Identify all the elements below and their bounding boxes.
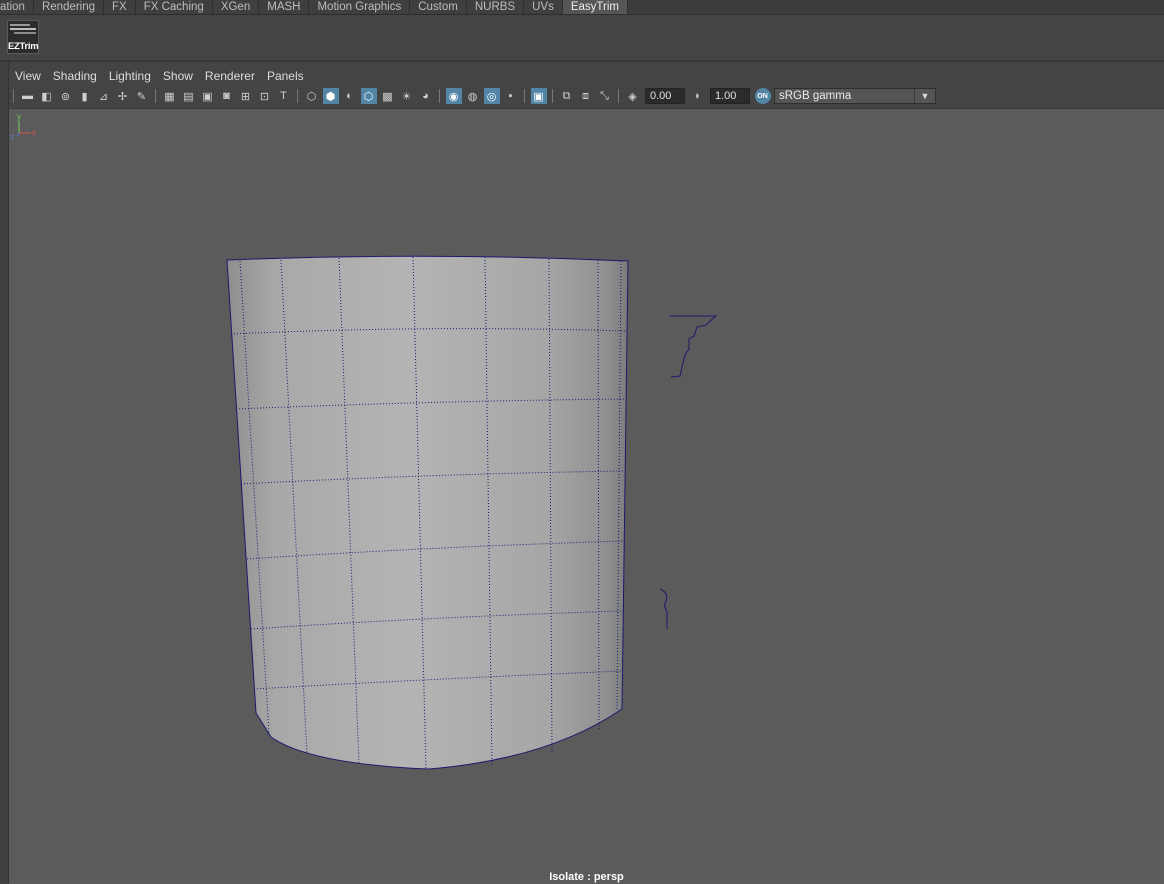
grid-icon[interactable]: ▦ [162, 88, 178, 104]
shelf-tab-uvs[interactable]: UVs [524, 0, 563, 14]
menu-lighting[interactable]: Lighting [103, 68, 157, 84]
toolbar-separator [297, 89, 298, 103]
shelf-tab-motion-graphics[interactable]: Motion Graphics [309, 0, 411, 14]
cylinder-mesh[interactable] [226, 255, 629, 770]
shelf-tab-fx[interactable]: FX [104, 0, 136, 14]
shelf-tab-mash[interactable]: MASH [259, 0, 310, 14]
shelf-tab-rendering[interactable]: Rendering [33, 0, 105, 14]
camera-attributes-icon[interactable]: ◧ [39, 88, 55, 104]
textured-icon[interactable]: ▩ [380, 88, 396, 104]
field-chart-icon[interactable]: ⊞ [238, 88, 254, 104]
resolution-gate-icon[interactable]: ▣ [200, 88, 216, 104]
toolbar-separator [155, 89, 156, 103]
select-camera-icon[interactable]: ▬ [20, 88, 36, 104]
two-d-pan-zoom-icon[interactable]: ✢ [115, 88, 131, 104]
toolbar-separator [13, 89, 14, 103]
gamma-field[interactable]: 1.00 [710, 88, 750, 104]
screen-space-ao-icon[interactable]: ◉ [445, 88, 462, 104]
gate-mask-icon[interactable]: ◙ [219, 88, 235, 104]
wireframe-on-shaded-icon[interactable]: ⬡ [360, 88, 377, 104]
bookmark-icon[interactable]: ▮ [77, 88, 93, 104]
shelf-tab-nurbs[interactable]: NURBS [466, 0, 525, 14]
trim-profile-curve-bottom[interactable] [659, 588, 668, 629]
depth-of-field-icon[interactable]: ▪ [503, 88, 519, 104]
axis-z-label: z [11, 134, 15, 139]
shelf: EZTrim [0, 15, 1164, 61]
panel-menu-bar: View Shading Lighting Show Renderer Panels [9, 68, 310, 84]
film-gate-icon[interactable]: ▤ [181, 88, 197, 104]
trim-profile-curve-top[interactable] [670, 315, 718, 378]
viewport-3d[interactable]: y x z Isolate : persp [9, 108, 1164, 884]
view-transform-select[interactable]: sRGB gamma ▼ [774, 88, 936, 104]
axis-y-label: y [17, 112, 21, 121]
image-plane-icon[interactable]: ⊿ [96, 88, 112, 104]
eztrim-shelf-button[interactable]: EZTrim [7, 20, 39, 54]
axis-gizmo-icon: y x z [11, 112, 36, 139]
xray-icon[interactable]: ⧉ [559, 88, 575, 104]
toolbar-separator [439, 89, 440, 103]
toolbar-separator [524, 89, 525, 103]
model-panel: View Shading Lighting Show Renderer Panels ▬ … [0, 61, 1164, 884]
bookmarks-icon[interactable]: ⊚ [58, 88, 74, 104]
gamma-icon[interactable]: ◗ [690, 88, 706, 104]
safe-action-icon[interactable]: ⊡ [257, 88, 273, 104]
exposure-field[interactable]: 0.00 [645, 88, 685, 104]
exposure-icon[interactable]: ◈ [625, 88, 641, 104]
chevron-down-icon[interactable]: ▼ [914, 89, 935, 103]
shelf-tab-custom[interactable]: Custom [410, 0, 467, 14]
menu-renderer[interactable]: Renderer [199, 68, 261, 84]
menu-shading[interactable]: Shading [47, 68, 103, 84]
eztrim-label: EZTrim [8, 41, 39, 52]
view-transform-value: sRGB gamma [779, 90, 852, 102]
toolbar-separator [618, 89, 619, 103]
panel-toolbar: ▬ ◧ ⊚ ▮ ⊿ ✢ ✎ ▦ ▤ ▣ ◙ ⊞ ⊡ T ⬡ ⬢ ◐ ⬡ ▩ ☀ … [9, 86, 1164, 106]
shelf-tab-bar: ation Rendering FX FX Caching XGen MASH Motion… [0, 0, 1164, 15]
shelf-tab-fx-caching[interactable]: FX Caching [135, 0, 213, 14]
grease-pencil-icon[interactable]: ✎ [134, 88, 150, 104]
shadows-icon[interactable]: ◕ [418, 88, 434, 104]
menu-panels[interactable]: Panels [261, 68, 310, 84]
toolbar-separator [552, 89, 553, 103]
isolate-select-icon[interactable]: ▣ [530, 88, 547, 104]
panel-edge [0, 62, 9, 883]
shelf-tab-easytrim[interactable]: EasyTrim [562, 0, 628, 14]
eztrim-icon [10, 24, 36, 34]
shelf-tab-xgen[interactable]: XGen [212, 0, 260, 14]
lights-icon[interactable]: ☀ [399, 88, 415, 104]
axis-x-label: x [32, 128, 36, 137]
shelf-tab-ation[interactable]: ation [0, 0, 34, 14]
safe-title-icon[interactable]: T [276, 88, 292, 104]
wireframe-icon[interactable]: ⬡ [304, 88, 320, 104]
default-material-icon[interactable]: ◐ [342, 88, 358, 104]
color-management-toggle[interactable]: ON [754, 88, 771, 104]
motion-blur-icon[interactable]: ◍ [465, 88, 481, 104]
anti-aliasing-icon[interactable]: ◎ [483, 88, 500, 104]
xray-active-icon[interactable]: ⧈ [578, 88, 594, 104]
menu-view[interactable]: View [9, 68, 47, 84]
smooth-shade-icon[interactable]: ⬢ [322, 88, 339, 104]
viewport-scene [226, 255, 718, 770]
xray-joints-icon[interactable]: ⤡ [597, 88, 613, 104]
menu-show[interactable]: Show [157, 68, 199, 84]
